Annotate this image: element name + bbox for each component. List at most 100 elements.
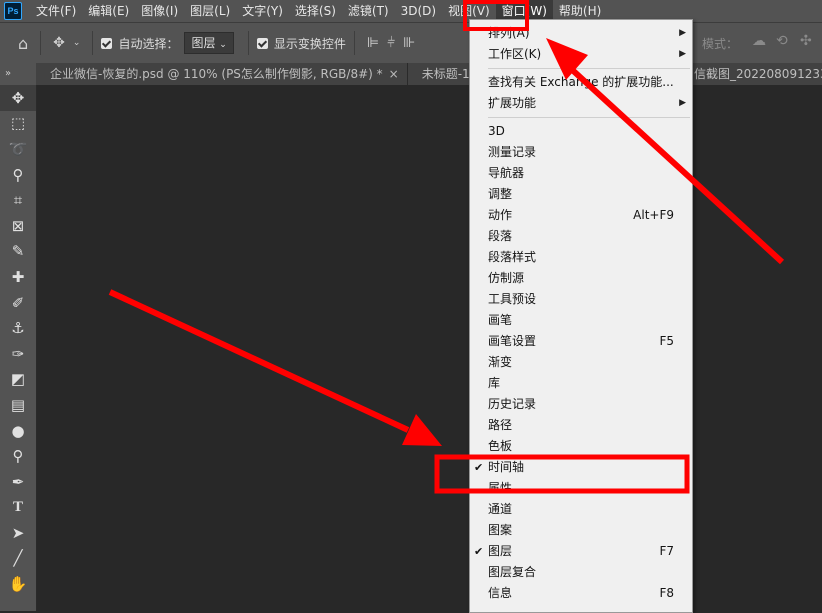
pan-3d-icon[interactable]: ✣: [800, 33, 812, 49]
line-tool-icon[interactable]: ╱: [0, 546, 36, 572]
clone-stamp-icon[interactable]: ⚓: [0, 315, 36, 341]
menu-item[interactable]: 图像(I): [135, 0, 184, 22]
window-menu-item[interactable]: 工作区(K) ▶: [470, 44, 692, 65]
window-menu-item[interactable]: 测量记录: [470, 142, 692, 163]
window-menu-item[interactable]: 属性: [470, 478, 692, 499]
window-menu-list: 排列(A) ▶ 工作区(K) ▶ 查找有关 Exchange 的扩展功能... 扩展功能 ▶…: [470, 20, 692, 604]
eyedropper-icon[interactable]: ✎: [0, 239, 36, 265]
canvas-area[interactable]: [37, 85, 822, 611]
menu-item[interactable]: 文件(F): [30, 0, 82, 22]
menu-item[interactable]: 文字(Y): [236, 0, 289, 22]
window-menu-item[interactable]: 库: [470, 373, 692, 394]
window-menu-item[interactable]: 通道: [470, 499, 692, 520]
show-transform-label: 显示变换控件: [273, 36, 346, 51]
history-brush-icon[interactable]: ✑: [0, 341, 36, 367]
menu-item-label: 库: [488, 376, 501, 390]
window-menu-dropdown: 排列(A) ▶ 工作区(K) ▶ 查找有关 Exchange 的扩展功能... 扩展功能 ▶…: [469, 19, 693, 613]
menu-item[interactable]: 3D(D): [395, 0, 442, 22]
dodge-tool-icon[interactable]: ⚲: [0, 443, 36, 469]
lasso-tool-icon[interactable]: ➰: [0, 136, 36, 162]
move-icon[interactable]: ✥: [53, 35, 65, 51]
window-menu-item[interactable]: ✔ 时间轴: [470, 457, 692, 478]
chevron-down-icon[interactable]: ⌄: [73, 38, 81, 48]
divider: [353, 31, 355, 55]
home-icon[interactable]: ⌂: [18, 34, 28, 53]
menu-item-shortcut: F7: [659, 544, 674, 558]
auto-select-dropdown[interactable]: 图层 ⌄: [184, 32, 234, 54]
window-menu-item[interactable]: 色板: [470, 436, 692, 457]
hand-tool-icon[interactable]: ✋: [0, 571, 36, 597]
submenu-arrow-icon: ▶: [679, 98, 686, 108]
pen-tool-icon[interactable]: ✒: [0, 469, 36, 495]
divider: [247, 31, 249, 55]
quick-select-icon[interactable]: ⚲: [0, 162, 36, 188]
auto-select-label: 自动选择：: [118, 36, 179, 51]
window-menu-item[interactable]: ✔ 图层 F7: [470, 541, 692, 562]
menu-item-label: 路径: [488, 418, 513, 432]
show-transform-checkbox[interactable]: [256, 37, 268, 49]
window-menu-item[interactable]: 路径: [470, 415, 692, 436]
align-left-icon[interactable]: ⊫: [367, 35, 379, 51]
window-menu-item[interactable]: 画笔设置 F5: [470, 331, 692, 352]
auto-select-checkbox[interactable]: [101, 37, 113, 49]
tab-document-3[interactable]: 信截图_20220809123343: [688, 63, 822, 85]
window-menu-item[interactable]: 调整: [470, 184, 692, 205]
blur-tool-icon[interactable]: ●: [0, 418, 36, 444]
type-tool-icon[interactable]: T: [0, 495, 36, 521]
menu-item-label: 图层复合: [488, 565, 537, 579]
menu-item-label: 历史记录: [488, 397, 537, 411]
eraser-icon[interactable]: ◩: [0, 367, 36, 393]
window-menu-item[interactable]: 动作 Alt+F9: [470, 205, 692, 226]
menu-item-label: 图层: [488, 544, 513, 558]
menu-item-label: 工作区(K): [488, 47, 542, 61]
close-icon[interactable]: ×: [389, 67, 399, 81]
menu-item[interactable]: 选择(S): [289, 0, 342, 22]
align-right-icon[interactable]: ⊪: [403, 35, 415, 51]
menu-item-label: 段落样式: [488, 250, 537, 264]
window-menu-item[interactable]: 工具预设: [470, 289, 692, 310]
window-menu-item[interactable]: 导航器: [470, 163, 692, 184]
move-tool-icon[interactable]: ✥: [0, 85, 36, 111]
rotate-3d-icon[interactable]: ⟲: [776, 33, 788, 49]
mode-label: 模式：: [702, 37, 739, 51]
align-center-icon[interactable]: ⫩: [387, 35, 395, 51]
menu-item-label: 动作: [488, 208, 513, 222]
checkmark-icon: ✔: [474, 545, 484, 558]
menu-item[interactable]: 滤镜(T): [342, 0, 395, 22]
window-menu-item[interactable]: 扩展功能 ▶: [470, 93, 692, 114]
marquee-tool-icon[interactable]: ⬚: [0, 111, 36, 137]
brush-tool-icon[interactable]: ✐: [0, 290, 36, 316]
menu-separator: [488, 68, 690, 69]
window-menu-item[interactable]: 查找有关 Exchange 的扩展功能...: [470, 72, 692, 93]
menu-item-label: 测量记录: [488, 145, 537, 159]
menu-item-shortcut: F8: [659, 586, 674, 600]
frame-tool-icon[interactable]: ⊠: [0, 213, 36, 239]
healing-brush-icon[interactable]: ✚: [0, 264, 36, 290]
menu-item-label: 排列(A): [488, 26, 530, 40]
menu-item-label: 仿制源: [488, 271, 525, 285]
expand-icon[interactable]: »: [0, 63, 36, 85]
window-menu-item[interactable]: 段落: [470, 226, 692, 247]
gradient-tool-icon[interactable]: ▤: [0, 392, 36, 418]
window-menu-item[interactable]: 图层复合: [470, 562, 692, 583]
window-menu-item[interactable]: 信息 F8: [470, 583, 692, 604]
window-menu-item[interactable]: 图案: [470, 520, 692, 541]
window-menu-item[interactable]: 渐变: [470, 352, 692, 373]
window-menu-item[interactable]: 历史记录: [470, 394, 692, 415]
window-menu-item[interactable]: 3D: [470, 121, 692, 142]
window-menu-item[interactable]: 仿制源: [470, 268, 692, 289]
window-menu-item[interactable]: 画笔: [470, 310, 692, 331]
auto-select-value: 图层: [191, 36, 216, 50]
path-select-icon[interactable]: ➤: [0, 520, 36, 546]
menu-item-shortcut: F5: [659, 334, 674, 348]
orbit-3d-icon[interactable]: ☁: [752, 33, 766, 49]
menu-item[interactable]: 编辑(E): [82, 0, 135, 22]
menu-item-label: 调整: [488, 187, 513, 201]
window-menu-item[interactable]: 排列(A) ▶: [470, 23, 692, 44]
tab-title: 信截图_20220809123343: [694, 67, 822, 81]
crop-tool-icon[interactable]: ⌗: [0, 187, 36, 213]
menu-item[interactable]: 图层(L): [184, 0, 236, 22]
tab-title: 企业微信-恢复的.psd @ 110% (PS怎么制作倒影, RGB/8#) *: [50, 67, 383, 81]
tab-document-1[interactable]: 企业微信-恢复的.psd @ 110% (PS怎么制作倒影, RGB/8#) *…: [36, 63, 408, 85]
window-menu-item[interactable]: 段落样式: [470, 247, 692, 268]
